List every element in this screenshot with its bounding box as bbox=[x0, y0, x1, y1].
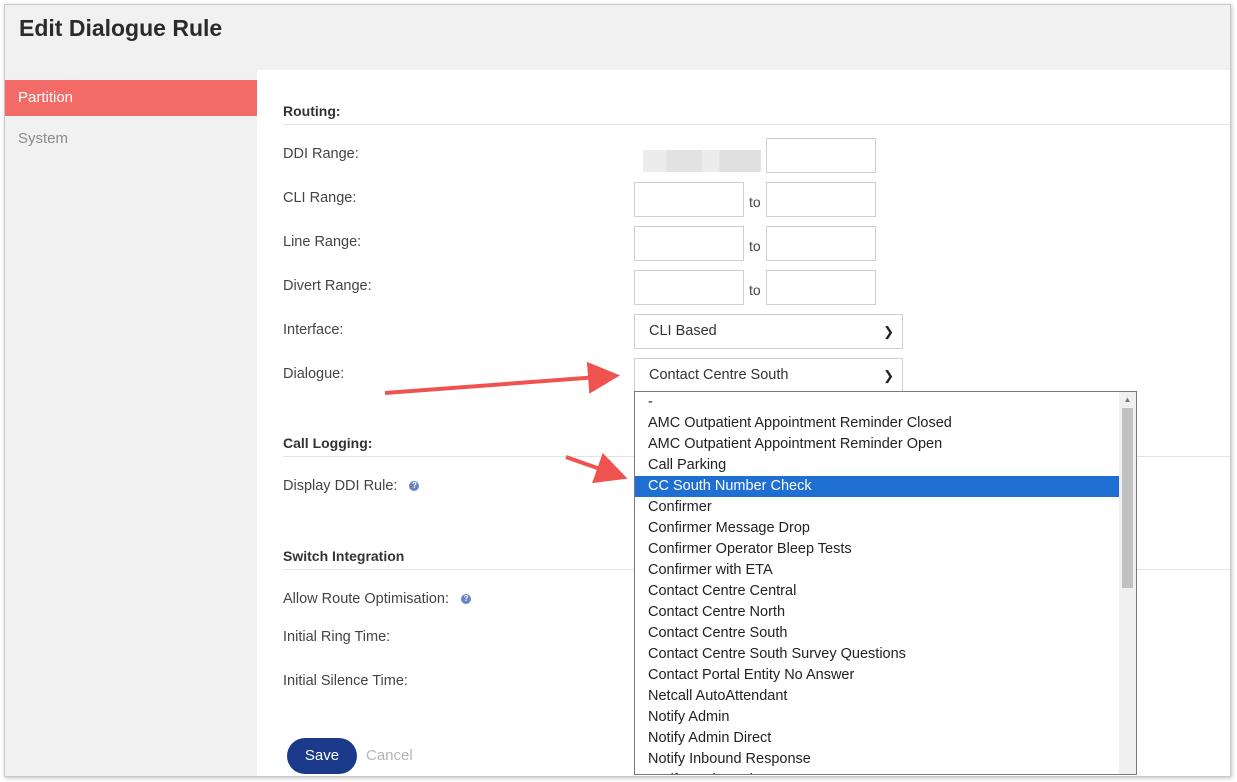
sidebar-item-system[interactable]: System bbox=[5, 121, 257, 157]
dropdown-option[interactable]: Notify Outbound bbox=[635, 770, 1120, 774]
allow-route-optimisation-label: Allow Route Optimisation:? bbox=[283, 591, 472, 607]
to-label: to bbox=[749, 238, 761, 254]
scroll-up-icon[interactable]: ▲ bbox=[1119, 392, 1136, 407]
sidebar-item-partition[interactable]: Partition bbox=[5, 80, 257, 116]
dropdown-scrollbar[interactable]: ▲ bbox=[1119, 392, 1136, 774]
dialogue-dropdown-list[interactable]: - AMC Outpatient Appointment Reminder Clo… bbox=[634, 391, 1137, 775]
line-range-to-input[interactable] bbox=[766, 226, 876, 261]
dialogue-select[interactable]: Contact Centre South ❯ bbox=[634, 358, 903, 393]
display-ddi-rule-label: Display DDI Rule:? bbox=[283, 478, 420, 494]
divert-range-from-input[interactable] bbox=[634, 270, 744, 305]
dropdown-option[interactable]: AMC Outpatient Appointment Reminder Clos… bbox=[635, 413, 1120, 434]
line-range-from-input[interactable] bbox=[634, 226, 744, 261]
dropdown-option[interactable]: Notify Admin bbox=[635, 707, 1120, 728]
ddi-range-label: DDI Range: bbox=[283, 146, 359, 162]
save-button[interactable]: Save bbox=[287, 738, 357, 774]
dropdown-option[interactable]: Confirmer with ETA bbox=[635, 560, 1120, 581]
display-ddi-rule-text: Display DDI Rule: bbox=[283, 478, 398, 494]
cli-range-to-input[interactable] bbox=[766, 182, 876, 217]
divert-range-to-input[interactable] bbox=[766, 270, 876, 305]
interface-select-value: CLI Based bbox=[649, 323, 717, 339]
help-icon[interactable]: ? bbox=[461, 594, 472, 604]
interface-label: Interface: bbox=[283, 322, 344, 338]
dropdown-option[interactable]: Call Parking bbox=[635, 455, 1120, 476]
cli-range-from-input[interactable] bbox=[634, 182, 744, 217]
dropdown-option[interactable]: Confirmer Operator Bleep Tests bbox=[635, 539, 1120, 560]
dropdown-option[interactable]: Contact Centre North bbox=[635, 602, 1120, 623]
dropdown-option[interactable]: Netcall AutoAttendant bbox=[635, 686, 1120, 707]
to-label: to bbox=[749, 282, 761, 298]
divert-range-label: Divert Range: bbox=[283, 278, 372, 294]
dropdown-option[interactable]: - bbox=[635, 392, 1120, 413]
cancel-button[interactable]: Cancel bbox=[366, 747, 413, 764]
dropdown-option[interactable]: Confirmer Message Drop bbox=[635, 518, 1120, 539]
scroll-thumb[interactable] bbox=[1122, 408, 1133, 588]
dialogue-label: Dialogue: bbox=[283, 366, 345, 382]
dropdown-option[interactable]: Contact Centre Central bbox=[635, 581, 1120, 602]
call-logging-heading: Call Logging: bbox=[283, 435, 373, 451]
dropdown-option[interactable]: Confirmer bbox=[635, 497, 1120, 518]
redacted-field bbox=[643, 150, 761, 172]
initial-silence-time-label: Initial Silence Time: bbox=[283, 673, 408, 689]
to-label: to bbox=[749, 194, 761, 210]
dropdown-option[interactable]: Notify Inbound Response bbox=[635, 749, 1120, 770]
dropdown-option[interactable]: CC South Number Check bbox=[635, 476, 1120, 497]
dropdown-option[interactable]: Notify Admin Direct bbox=[635, 728, 1120, 749]
cli-range-label: CLI Range: bbox=[283, 190, 357, 206]
divider bbox=[283, 124, 1230, 125]
interface-select[interactable]: CLI Based ❯ bbox=[634, 314, 903, 349]
routing-heading: Routing: bbox=[283, 103, 341, 119]
dropdown-option[interactable]: AMC Outpatient Appointment Reminder Open bbox=[635, 434, 1120, 455]
help-icon[interactable]: ? bbox=[409, 481, 420, 491]
initial-ring-time-label: Initial Ring Time: bbox=[283, 629, 391, 645]
dropdown-option[interactable]: Contact Centre South bbox=[635, 623, 1120, 644]
switch-integration-heading: Switch Integration bbox=[283, 548, 405, 564]
page-title: Edit Dialogue Rule bbox=[19, 15, 223, 41]
dropdown-option[interactable]: Contact Portal Entity No Answer bbox=[635, 665, 1120, 686]
allow-route-optimisation-text: Allow Route Optimisation: bbox=[283, 591, 450, 607]
line-range-label: Line Range: bbox=[283, 234, 362, 250]
dialogue-select-value: Contact Centre South bbox=[649, 367, 789, 383]
chevron-down-icon: ❯ bbox=[883, 324, 894, 339]
ddi-range-to-input[interactable] bbox=[766, 138, 876, 173]
dialogue-options: - AMC Outpatient Appointment Reminder Clo… bbox=[635, 392, 1136, 774]
dropdown-option[interactable]: Contact Centre South Survey Questions bbox=[635, 644, 1120, 665]
chevron-down-icon: ❯ bbox=[883, 368, 894, 383]
